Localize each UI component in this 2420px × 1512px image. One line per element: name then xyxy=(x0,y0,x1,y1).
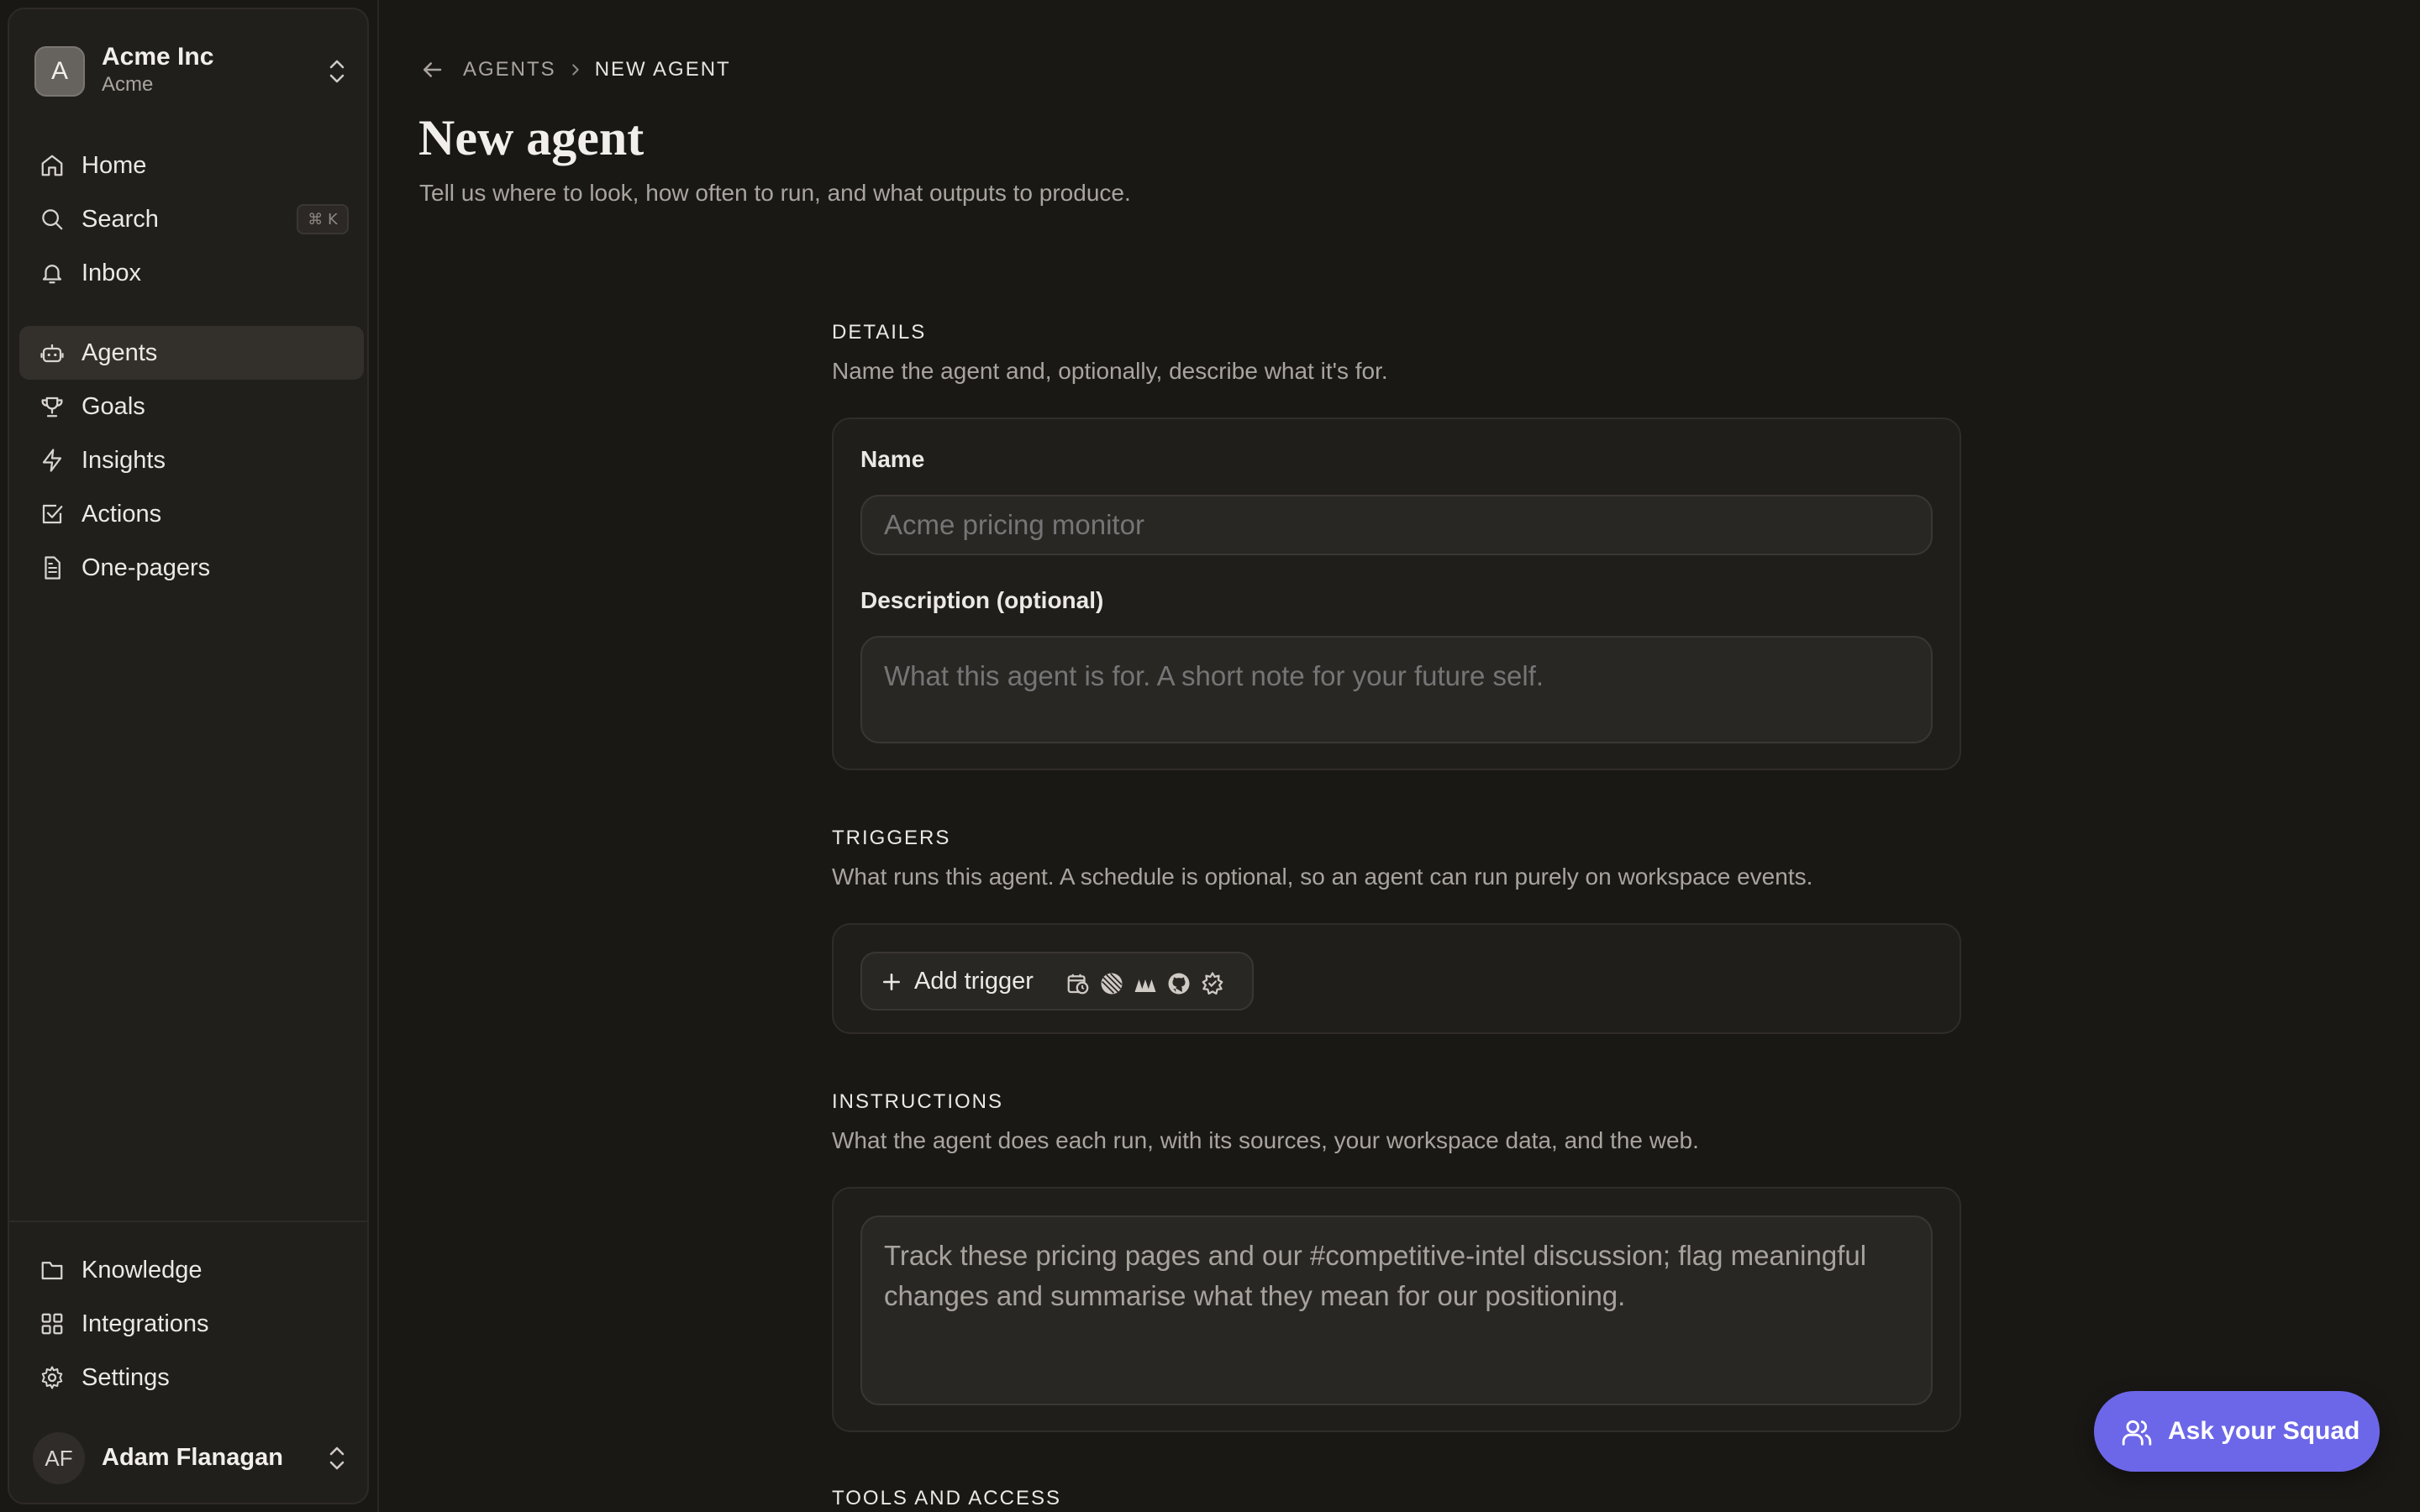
org-avatar: A xyxy=(34,46,85,97)
breadcrumb-agents-link[interactable]: AGENTS xyxy=(463,58,556,81)
breadcrumb-current: NEW AGENT xyxy=(594,58,731,81)
instructions-field[interactable]: Track these pricing pages and our #compe… xyxy=(860,1215,1933,1405)
sidebar-item-agents[interactable]: Agents xyxy=(19,326,364,380)
plus-icon xyxy=(883,974,900,990)
stripe-icon xyxy=(1134,979,1156,992)
chevron-up-down-icon xyxy=(329,1446,345,1470)
sidebar-item-search[interactable]: Search ⌘ K xyxy=(19,192,364,246)
document-icon xyxy=(45,556,60,580)
chevron-up-down-icon xyxy=(329,60,345,83)
breadcrumb: AGENTS NEW AGENT xyxy=(419,55,731,84)
sidebar: A Acme Inc Acme Home Search ⌘ K Inbox Ag… xyxy=(8,8,369,1504)
search-icon xyxy=(42,209,63,230)
tools-heading: TOOLS AND ACCESS xyxy=(832,1487,1061,1509)
triggers-heading: TRIGGERS xyxy=(832,827,951,849)
sidebar-item-label: Integrations xyxy=(82,1310,209,1337)
shortcut-badge: ⌘ K xyxy=(297,204,349,234)
sidebar-item-inbox[interactable]: Inbox xyxy=(19,246,364,300)
home-icon xyxy=(41,155,63,176)
lightning-icon xyxy=(42,449,62,472)
user-name: Adam Flanagan xyxy=(102,1444,283,1471)
chevron-right-icon xyxy=(571,64,579,76)
sidebar-item-label: One-pagers xyxy=(82,554,211,581)
sidebar-item-label: Knowledge xyxy=(82,1256,203,1284)
bell-icon xyxy=(42,265,62,284)
github-icon xyxy=(1168,973,1190,995)
org-subtitle: Acme xyxy=(102,73,154,96)
sidebar-divider xyxy=(9,1221,367,1222)
users-icon xyxy=(2122,1420,2152,1446)
sidebar-item-label: Goals xyxy=(82,392,145,420)
ask-your-squad-button[interactable]: Ask your Squad xyxy=(2094,1391,2380,1472)
arrow-left-icon[interactable] xyxy=(419,57,445,82)
sidebar-item-label: Actions xyxy=(82,500,162,528)
robot-icon xyxy=(40,344,64,363)
instructions-heading: INSTRUCTIONS xyxy=(832,1090,1003,1113)
sidebar-item-goals[interactable]: Goals xyxy=(19,380,364,433)
name-label: Name xyxy=(860,446,925,472)
org-switcher[interactable]: A Acme Inc Acme xyxy=(26,36,354,107)
trophy-icon xyxy=(41,396,63,417)
details-card: Name Description (optional) xyxy=(832,417,1961,770)
sidebar-item-label: Home xyxy=(82,151,147,179)
sidebar-item-settings[interactable]: Settings xyxy=(19,1351,364,1404)
sidebar-item-label: Inbox xyxy=(82,259,141,286)
page-title: New agent xyxy=(418,110,644,165)
name-input[interactable] xyxy=(860,495,1933,555)
instructions-description: What the agent does each run, with its s… xyxy=(832,1127,1699,1153)
sidebar-item-label: Settings xyxy=(82,1363,170,1391)
linear-icon xyxy=(1101,973,1123,995)
ask-your-squad-label: Ask your Squad xyxy=(2168,1417,2360,1445)
sidebar-item-actions[interactable]: Actions xyxy=(19,487,364,541)
sidebar-item-home[interactable]: Home xyxy=(19,139,364,192)
main-content: AGENTS NEW AGENT New agent Tell us where… xyxy=(377,0,2420,1512)
description-label: Description (optional) xyxy=(860,587,1104,613)
details-description: Name the agent and, optionally, describe… xyxy=(832,358,1388,384)
schedule-icon xyxy=(1067,974,1089,995)
add-trigger-label: Add trigger xyxy=(914,967,1034,995)
sidebar-item-integrations[interactable]: Integrations xyxy=(19,1297,364,1351)
triggers-card: Add trigger xyxy=(832,923,1961,1034)
user-switcher[interactable]: AF Adam Flanagan xyxy=(26,1429,354,1488)
org-name: Acme Inc xyxy=(102,43,214,71)
triggers-description: What runs this agent. A schedule is opti… xyxy=(832,864,1813,890)
page-subtitle: Tell us where to look, how often to run,… xyxy=(419,180,1131,206)
avatar: AF xyxy=(33,1432,85,1484)
sidebar-item-one-pagers[interactable]: One-pagers xyxy=(19,541,364,595)
sidebar-item-knowledge[interactable]: Knowledge xyxy=(19,1243,364,1297)
grid-icon xyxy=(41,1313,63,1335)
webhook-icon xyxy=(1202,972,1223,995)
checkbox-icon xyxy=(42,504,63,524)
folder-icon xyxy=(41,1262,63,1280)
description-field-wrap xyxy=(834,636,1960,743)
sidebar-item-label: Search xyxy=(82,205,159,233)
sidebar-item-insights[interactable]: Insights xyxy=(19,433,364,487)
details-heading: DETAILS xyxy=(832,321,927,344)
sidebar-item-label: Insights xyxy=(82,446,166,474)
instructions-card: Track these pricing pages and our #compe… xyxy=(832,1187,1961,1432)
sidebar-item-label: Agents xyxy=(82,339,158,366)
description-field[interactable] xyxy=(860,636,1933,743)
gear-icon xyxy=(41,1366,63,1389)
add-trigger-button[interactable]: Add trigger xyxy=(860,952,1254,1011)
